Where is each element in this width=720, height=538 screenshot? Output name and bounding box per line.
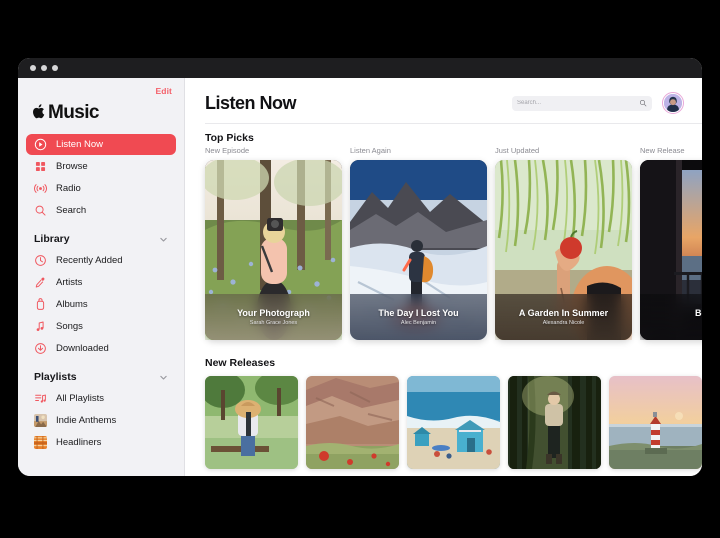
top-picks-row: Your Photograph Sarah Grace Jones The Da… (185, 155, 702, 340)
main-content: Listen Now Search... Top Picks New Episo… (185, 78, 702, 476)
card-kicker: Listen Again (350, 146, 391, 155)
sidebar-item-albums[interactable]: Albums (26, 294, 176, 315)
sidebar-item-indie-anthems[interactable]: Indie Anthems (26, 410, 176, 431)
sidebar-item-label: Recently Added (56, 255, 123, 266)
sidebar-item-label: All Playlists (56, 393, 105, 404)
sidebar-item-label: Headliners (56, 437, 102, 448)
top-pick-card[interactable]: Your Photograph Sarah Grace Jones (205, 160, 342, 340)
sidebar-item-downloaded[interactable]: Downloaded (26, 338, 176, 359)
card-title: Beach (694, 308, 702, 318)
search-field[interactable] (512, 95, 652, 111)
search-input[interactable] (517, 100, 635, 106)
card-title: A Garden In Summer (518, 308, 609, 318)
window-dot-1[interactable] (30, 65, 36, 71)
card-kicker: Just Updated (495, 146, 540, 155)
app-window: Edit Music Listen Now Browse Radio Searc… (18, 58, 702, 476)
top-pick-card[interactable]: The Day I Lost You Alec Benjamin (350, 160, 487, 340)
card-caption: Beach Al (640, 294, 702, 340)
release-card[interactable] (407, 376, 500, 469)
library-group-label: Library (34, 233, 70, 245)
page-title: Listen Now (205, 92, 297, 113)
new-releases-row (185, 369, 702, 469)
sidebar-item-label: Radio (56, 183, 81, 194)
card-artist: Alec Benjamin (400, 320, 437, 326)
card-kicker: New Episode (205, 146, 250, 155)
sidebar-item-all-playlists[interactable]: All Playlists (26, 388, 176, 409)
sidebar-item-headliners[interactable]: Headliners (26, 432, 176, 453)
sidebar-item-artists[interactable]: Artists (26, 272, 176, 293)
playlist-note-icon (34, 392, 47, 405)
card-title: The Day I Lost You (378, 308, 459, 318)
clock-icon (34, 254, 47, 267)
release-card[interactable] (205, 376, 298, 469)
library-group-header[interactable]: Library (18, 222, 184, 250)
window-dot-3[interactable] (52, 65, 58, 71)
sidebar: Edit Music Listen Now Browse Radio Searc… (18, 78, 185, 476)
sidebar-item-radio[interactable]: Radio (26, 178, 176, 199)
microphone-icon (34, 276, 47, 289)
playlist-artwork-icon (34, 436, 47, 449)
sidebar-item-label: Browse (56, 161, 88, 172)
card-caption: A Garden In Summer Alexandra Nicole (495, 294, 632, 340)
sidebar-item-label: Downloaded (56, 343, 109, 354)
sidebar-item-label: Listen Now (56, 139, 103, 150)
section-title-top-picks: Top Picks (205, 132, 254, 144)
library-nav: Recently Added Artists Albums Songs Down… (18, 250, 184, 359)
sidebar-item-label: Indie Anthems (56, 415, 117, 426)
sidebar-item-label: Artists (56, 277, 83, 288)
sidebar-item-listen-now[interactable]: Listen Now (26, 134, 176, 155)
playlists-group-label: Playlists (34, 371, 77, 383)
top-pick-card[interactable]: Beach Al (640, 160, 702, 340)
release-artwork (205, 376, 298, 469)
card-kicker: New Release (640, 146, 685, 155)
avatar-image (664, 94, 682, 112)
top-pick-card[interactable]: A Garden In Summer Alexandra Nicole (495, 160, 632, 340)
sidebar-item-label: Search (56, 205, 87, 216)
playlists-group-header[interactable]: Playlists (18, 360, 184, 388)
sidebar-item-search[interactable]: Search (26, 200, 176, 221)
primary-nav: Listen Now Browse Radio Search (18, 134, 184, 221)
sidebar-item-label: Songs (56, 321, 83, 332)
sidebar-item-browse[interactable]: Browse (26, 156, 176, 177)
traffic-light-dots[interactable] (30, 65, 58, 71)
card-artist: Sarah Grace Jones (249, 320, 298, 326)
chevron-down-icon[interactable] (159, 373, 168, 382)
edit-button[interactable]: Edit (156, 86, 172, 96)
window-body: Edit Music Listen Now Browse Radio Searc… (18, 78, 702, 476)
play-circle-icon (34, 138, 47, 151)
album-icon (34, 298, 47, 311)
download-circle-icon (34, 342, 47, 355)
release-artwork (508, 376, 601, 469)
playlists-nav: All Playlists Indie Anthems Headliners (18, 388, 184, 453)
avatar[interactable] (662, 92, 684, 114)
search-icon (34, 204, 47, 217)
release-artwork (609, 376, 702, 469)
release-artwork (407, 376, 500, 469)
sidebar-item-label: Albums (56, 299, 88, 310)
sidebar-item-recently-added[interactable]: Recently Added (26, 250, 176, 271)
card-caption: The Day I Lost You Alec Benjamin (350, 294, 487, 340)
release-artwork (306, 376, 399, 469)
section-title-new-releases: New Releases (205, 357, 276, 369)
window-titlebar (18, 58, 702, 78)
music-note-icon (34, 320, 47, 333)
grid-icon (34, 160, 47, 173)
playlist-artwork-icon (34, 414, 47, 427)
apple-logo-icon (32, 103, 47, 120)
release-card[interactable] (306, 376, 399, 469)
chevron-down-icon[interactable] (159, 235, 168, 244)
brand-label: Music (48, 102, 99, 123)
sidebar-item-songs[interactable]: Songs (26, 316, 176, 337)
main-header: Listen Now (185, 92, 702, 114)
window-dot-2[interactable] (41, 65, 47, 71)
card-artist: Alexandra Nicole (542, 320, 585, 326)
release-card[interactable] (609, 376, 702, 469)
card-caption: Your Photograph Sarah Grace Jones (205, 294, 342, 340)
card-title: Your Photograph (237, 308, 310, 318)
release-card[interactable] (508, 376, 601, 469)
top-picks-kickers: New Episode Listen Again Just Updated Ne… (185, 144, 702, 155)
search-icon[interactable] (639, 99, 647, 107)
radio-waves-icon (34, 182, 47, 195)
